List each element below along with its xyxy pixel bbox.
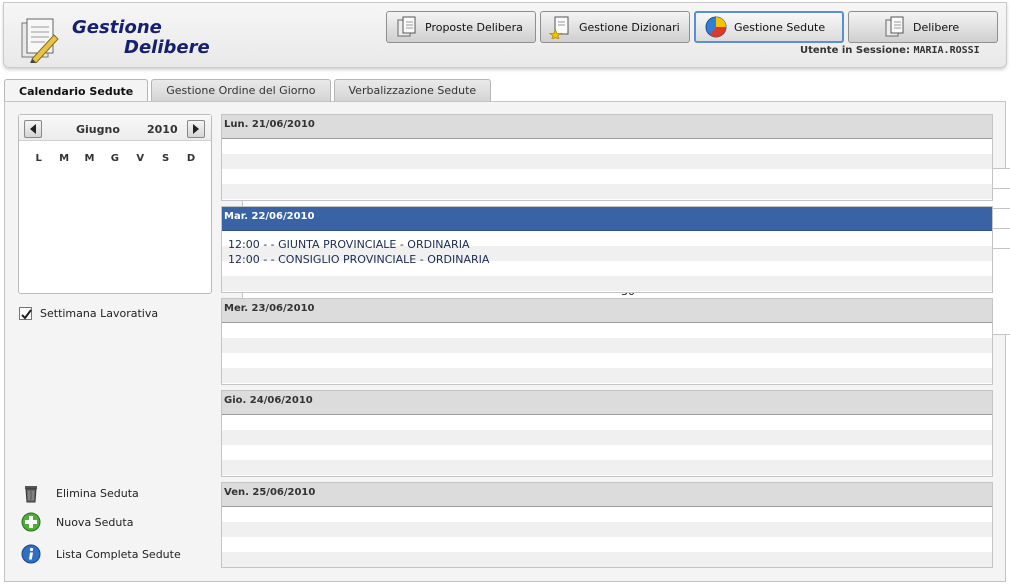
day-panel-wednesday: Mer. 23/06/2010	[221, 298, 993, 385]
calendar-empty-cell	[77, 248, 102, 268]
nav-button-label: Delibere	[913, 20, 960, 34]
calendar-empty-cell	[26, 168, 51, 188]
nav-button-proposte-delibera[interactable]: Proposte Delibera	[386, 11, 536, 43]
app-title-line2: Delibere	[124, 37, 210, 58]
calendar-empty-cell	[102, 248, 127, 268]
day-header[interactable]: Ven. 25/06/2010	[222, 483, 992, 507]
weekday-header-row: LMMGVSD	[26, 148, 204, 168]
day-panel-thursday: Gio. 24/06/2010	[221, 390, 993, 477]
prev-month-button[interactable]	[24, 120, 42, 138]
calendar-grid: L M M G V S D 12345678910111213141516171819202…	[26, 148, 1010, 335]
weekday-label: V	[136, 152, 145, 164]
checkbox-label: Settimana Lavorativa	[40, 307, 159, 320]
next-month-button[interactable]	[187, 120, 205, 138]
info-icon	[21, 544, 41, 564]
weekday-label: S	[162, 152, 170, 164]
calendar-month: Giugno	[76, 123, 120, 136]
nav-button-label: Gestione Dizionari	[579, 20, 680, 34]
tab-verbalizzazione-sedute[interactable]: Verbalizzazione Sedute	[333, 79, 492, 101]
nav-button-gestione-sedute[interactable]: Gestione Sedute	[694, 11, 844, 43]
weekday-label: M	[84, 152, 95, 164]
day-panel-monday: Lun. 21/06/2010	[221, 114, 993, 201]
day-header[interactable]: Lun. 21/06/2010	[222, 115, 992, 139]
weekday-label: D	[186, 152, 196, 164]
weekday-label: M	[59, 152, 70, 164]
day-header[interactable]: Mar. 22/06/2010	[222, 207, 992, 231]
day-panel-tuesday: Mar. 22/06/2010 12:00 - - GIUNTA PROVINC…	[221, 206, 993, 293]
lista-completa-sedute-action[interactable]: Lista Completa Sedute	[21, 544, 181, 564]
action-label: Lista Completa Sedute	[56, 547, 181, 561]
nav-button-gestione-dizionari[interactable]: Gestione Dizionari	[540, 11, 690, 43]
checkmark-icon	[21, 309, 32, 320]
calendar-empty-cell	[26, 248, 51, 268]
calendar-week-row: 78910111213	[26, 188, 1010, 275]
tab-gestione-ordine-del-giorno[interactable]: Gestione Ordine del Giorno	[151, 79, 331, 101]
weekday-label: L	[35, 152, 42, 164]
nav-button-delibere[interactable]: Delibere	[848, 11, 998, 43]
main-panel: Giugno 2010 L M M G V S D 12345678910111213141…	[4, 101, 1010, 582]
checkbox-box	[19, 307, 32, 320]
elimina-seduta-action[interactable]: Elimina Seduta	[21, 483, 139, 503]
pie-chart-icon	[705, 16, 727, 38]
nuova-seduta-action[interactable]: Nuova Seduta	[21, 512, 133, 532]
calendar-week-row: 282930	[26, 248, 1010, 335]
nav-button-label: Gestione Sedute	[734, 20, 826, 34]
calendar-week-row: 14151617181920	[26, 208, 1010, 295]
app-logo-icon	[21, 18, 59, 63]
add-icon	[21, 512, 41, 532]
documents-icon	[397, 16, 416, 37]
session-user-label: Utente in Sessione:	[800, 45, 910, 56]
app-title-line1: Gestione	[72, 17, 162, 38]
trash-icon	[25, 486, 37, 503]
tab-calendario-sedute[interactable]: Calendario Sedute	[4, 79, 149, 102]
arrow-right-icon	[193, 124, 199, 134]
nav-button-label: Proposte Delibera	[425, 20, 523, 34]
arrow-left-icon	[30, 124, 36, 134]
session-user-name: MARIA.ROSSI	[913, 45, 980, 56]
calendar-year: 2010	[147, 123, 178, 136]
calendar-week-row: 21222324252627	[26, 228, 1010, 315]
day-header[interactable]: Gio. 24/06/2010	[222, 391, 992, 415]
action-label: Elimina Seduta	[56, 486, 139, 500]
day-panel-friday: Ven. 25/06/2010	[221, 482, 993, 568]
calendar-week-row: 123456	[26, 168, 1010, 255]
event-list: 12:00 - - GIUNTA PROVINCIALE - ORDINARIA…	[222, 237, 992, 267]
session-user: Utente in Sessione: MARIA.ROSSI	[800, 45, 980, 56]
weekday-label: G	[110, 152, 119, 164]
action-label: Nuova Seduta	[56, 515, 134, 529]
event-item[interactable]: 12:00 - - GIUNTA PROVINCIALE - ORDINARIA	[222, 237, 992, 252]
calendar-empty-cell	[51, 248, 76, 268]
mini-calendar: Giugno 2010 L M M G V S D 12345678910111213141…	[18, 114, 1010, 335]
event-item[interactable]: 12:00 - - CONSIGLIO PROVINCIALE - ORDINA…	[222, 252, 992, 267]
settimana-lavorativa-checkbox[interactable]: Settimana Lavorativa	[19, 307, 158, 320]
app-header: Gestione Delibere Proposte Delibera Gest…	[3, 2, 1007, 68]
calendar-header: Giugno 2010	[19, 115, 211, 141]
dictionary-star-icon	[549, 16, 569, 39]
day-header[interactable]: Mer. 23/06/2010	[222, 299, 992, 323]
tab-bar: Calendario Sedute Gestione Ordine del Gi…	[4, 79, 494, 102]
documents-icon	[885, 16, 904, 37]
